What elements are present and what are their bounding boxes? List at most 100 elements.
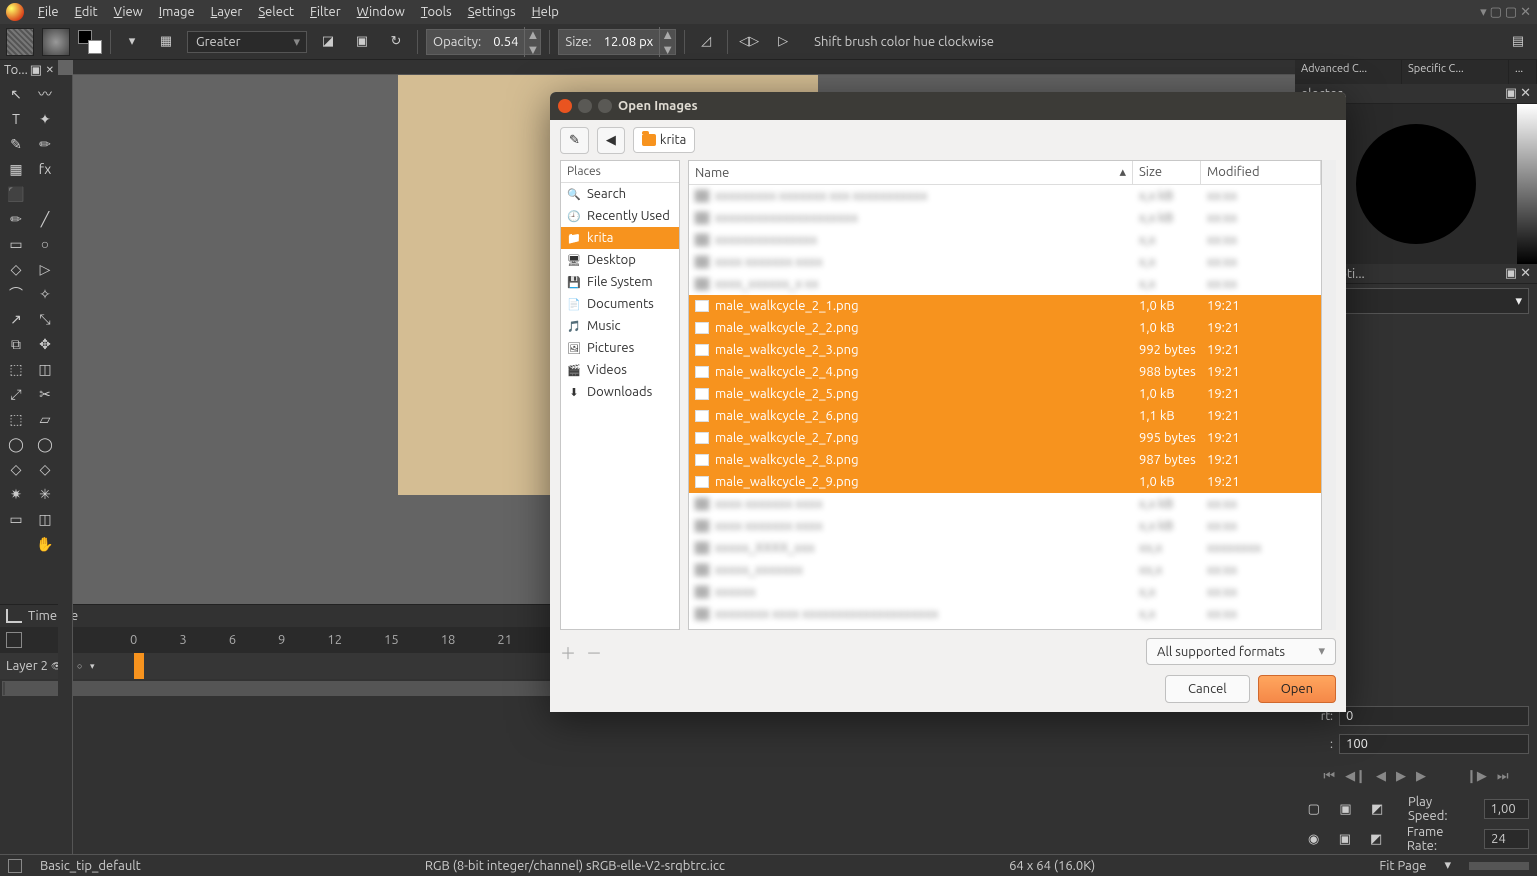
tool-35[interactable]: ◫	[31, 507, 59, 531]
file-row[interactable]: male_walkcycle_2_8.png987 bytes19:21	[689, 449, 1321, 471]
minimize-icon[interactable]	[578, 99, 592, 113]
menu-tools[interactable]: Tools	[413, 2, 460, 22]
menu-view[interactable]: View	[106, 2, 151, 22]
open-button[interactable]: Open	[1258, 675, 1336, 703]
play-speed-field[interactable]: 1,00	[1484, 799, 1529, 819]
col-modified[interactable]: Modified	[1201, 161, 1321, 184]
file-row[interactable]: male_walkcycle_2_6.png1,1 kB19:21	[689, 405, 1321, 427]
menu-window[interactable]: Window	[349, 2, 413, 22]
file-row[interactable]: xxxxxxxxxxxxxxxx,xxx:xx	[689, 229, 1321, 251]
file-row[interactable]: male_walkcycle_2_1.png1,0 kB19:21	[689, 295, 1321, 317]
tool-2[interactable]: T	[2, 107, 30, 131]
tool-12[interactable]: ▭	[2, 232, 30, 256]
place-recently-used[interactable]: 🕘Recently Used	[561, 205, 679, 227]
maximize-icon[interactable]	[598, 99, 612, 113]
tool-23[interactable]: ◫	[31, 357, 59, 381]
tool-1[interactable]: 〰	[31, 82, 59, 106]
tool-8[interactable]: ⬛	[2, 182, 30, 206]
place-krita[interactable]: 📁krita	[561, 227, 679, 249]
tool-33[interactable]: ✳	[31, 482, 59, 506]
tool-30[interactable]: ◇	[2, 457, 30, 481]
start-field[interactable]: 0	[1339, 706, 1529, 726]
file-row[interactable]: xxxxxxxxxxxxxxxxxxxxxx,x kBxx:xx	[689, 207, 1321, 229]
place-documents[interactable]: 📄Documents	[561, 293, 679, 315]
tool-18[interactable]: ↗	[2, 307, 30, 331]
tool-10[interactable]: ✏	[2, 207, 30, 231]
tool-9[interactable]	[31, 182, 59, 206]
menu-image[interactable]: Image	[151, 2, 203, 22]
onion-d-icon[interactable]: ◉	[1303, 828, 1324, 850]
reload-icon[interactable]: ↻	[383, 29, 409, 55]
path-back-button[interactable]: ◀	[597, 127, 625, 154]
tool-27[interactable]: ▱	[31, 407, 59, 431]
file-row[interactable]: male_walkcycle_2_9.png1,0 kB19:21	[689, 471, 1321, 493]
tool-3[interactable]: ✦	[31, 107, 59, 131]
tool-29[interactable]: ◯	[31, 432, 59, 456]
onion-e-icon[interactable]: ▣	[1334, 828, 1355, 850]
file-row[interactable]: xxxxxxxx xxxx xxxxxxxxxxxxxxxxxxxxx,xxx:…	[689, 603, 1321, 625]
file-row[interactable]: male_walkcycle_2_2.png1,0 kB19:21	[689, 317, 1321, 339]
workspace-icon[interactable]: ▤	[1505, 29, 1531, 55]
dialog-titlebar[interactable]: Open Images	[550, 92, 1346, 120]
col-size[interactable]: Size	[1133, 161, 1201, 184]
tool-24[interactable]: ⤢	[2, 382, 30, 406]
tool-16[interactable]: ⌒	[2, 282, 30, 306]
tool-25[interactable]: ✂	[31, 382, 59, 406]
tool-36[interactable]	[2, 532, 30, 556]
tool-37[interactable]: ✋	[31, 532, 59, 556]
menu-layer[interactable]: Layer	[203, 2, 251, 22]
opacity-spinner[interactable]: Opacity: 0.54 ▲▼	[426, 29, 541, 55]
onion-icon[interactable]: ○	[77, 661, 87, 671]
size-spinner[interactable]: Size: 12.08 px ▲▼	[558, 29, 676, 55]
remove-bookmark-icon[interactable]: －	[586, 640, 602, 664]
file-row[interactable]: xxxx xxxxxxx xxxxx,x kBxx:xx	[689, 515, 1321, 537]
breadcrumb-segment[interactable]: krita	[633, 127, 695, 153]
blend-mode-combo[interactable]: Greater	[187, 31, 307, 53]
status-fit[interactable]: Fit Page	[1379, 859, 1426, 873]
place-desktop[interactable]: 🖥Desktop	[561, 249, 679, 271]
tab-advanced-color[interactable]: Advanced C...	[1295, 60, 1402, 84]
mirror-v-icon[interactable]: ▷	[770, 29, 796, 55]
onion-a-icon[interactable]: ▢	[1303, 798, 1325, 820]
file-row[interactable]: xxxx xxxxxxx xxxxx,xxx:xx	[689, 251, 1321, 273]
timeline-add-icon[interactable]	[6, 632, 22, 648]
tool-4[interactable]: ✎	[2, 132, 30, 156]
tool-5[interactable]: ✏	[31, 132, 59, 156]
tool-32[interactable]: ✷	[2, 482, 30, 506]
tool-19[interactable]: ⤡	[31, 307, 59, 331]
dock-tabs[interactable]: Advanced C... Specific C... ...	[1295, 60, 1537, 84]
zoom-slider[interactable]	[1469, 862, 1529, 870]
tool-7[interactable]: fx	[31, 157, 59, 181]
end-field[interactable]: 100	[1339, 734, 1529, 754]
place-music[interactable]: 🎵Music	[561, 315, 679, 337]
tool-14[interactable]: ◇	[2, 257, 30, 281]
file-row[interactable]: xxxxxxxxx xxxxxxx xxx xxxxxxxxxxxx,x kBx…	[689, 185, 1321, 207]
file-row[interactable]: xxxx xxxxxxx xxxxx,x kBxx:xx	[689, 493, 1321, 515]
close-icon[interactable]	[558, 99, 572, 113]
tool-31[interactable]: ◇	[31, 457, 59, 481]
file-row[interactable]: male_walkcycle_2_3.png992 bytes19:21	[689, 339, 1321, 361]
file-list-header[interactable]: Name▴ Size Modified	[689, 161, 1321, 185]
path-edit-button[interactable]: ✎	[560, 127, 589, 154]
file-row[interactable]: xxxxx_XXXX_xxxxx,xxxxxxxxx	[689, 537, 1321, 559]
place-file-system[interactable]: 💾File System	[561, 271, 679, 293]
file-row[interactable]: male_walkcycle_2_5.png1,0 kB19:21	[689, 383, 1321, 405]
file-row[interactable]: xxxxx_xxxxxxxxx,xxx:xx	[689, 559, 1321, 581]
tool-15[interactable]: ▷	[31, 257, 59, 281]
tool-22[interactable]: ⬚	[2, 357, 30, 381]
tab-specific-color[interactable]: Specific C...	[1402, 60, 1509, 84]
brush-preset-icon[interactable]	[6, 28, 34, 56]
tool-0[interactable]: ↖	[2, 82, 30, 106]
tab-more[interactable]: ...	[1509, 60, 1537, 84]
onion-f-icon[interactable]: ◩	[1366, 828, 1387, 850]
place-videos[interactable]: 🎬Videos	[561, 359, 679, 381]
place-pictures[interactable]: 🖼Pictures	[561, 337, 679, 359]
playhead[interactable]	[134, 653, 144, 679]
file-row[interactable]: xxxxxxx,xxx:xx	[689, 581, 1321, 603]
place-downloads[interactable]: ⬇Downloads	[561, 381, 679, 403]
cancel-button[interactable]: Cancel	[1165, 675, 1250, 703]
dropdown-caret-icon[interactable]: ▾	[119, 29, 145, 55]
mirror-h-icon[interactable]: ◿	[693, 29, 719, 55]
mirror-h2-icon[interactable]: ◁▷	[736, 29, 762, 55]
menu-select[interactable]: Select	[250, 2, 302, 22]
